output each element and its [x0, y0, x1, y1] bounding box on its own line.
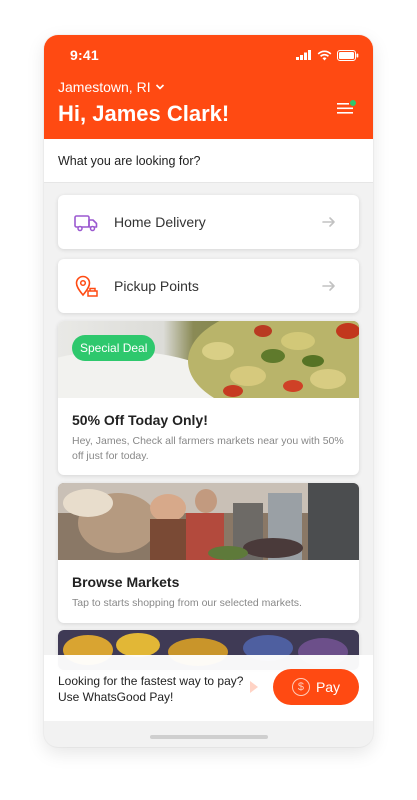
arrow-right-icon [322, 217, 335, 227]
location-selector[interactable]: Jamestown, RI [58, 79, 165, 95]
phone-screen: 9:41 Jamestown, RI Hi, James Clark! What… [44, 35, 373, 747]
app-header: 9:41 Jamestown, RI Hi, James Clark! [44, 35, 373, 139]
pickup-pin-icon [75, 275, 98, 297]
pay-button[interactable]: $ Pay [273, 669, 359, 705]
notification-dot [349, 99, 357, 107]
pickup-points-label: Pickup Points [114, 278, 199, 294]
browse-markets-card[interactable]: Browse Markets Tap to starts shopping fr… [58, 483, 359, 623]
pointer-arrow-icon [250, 681, 258, 693]
home-delivery-option[interactable]: Home Delivery [58, 195, 359, 249]
pay-banner: Looking for the fastest way to pay? Use … [44, 655, 373, 721]
chevron-down-icon [155, 84, 164, 90]
browse-markets-subtitle: Tap to starts shopping from our selected… [72, 597, 302, 609]
pay-button-label: Pay [315, 679, 341, 695]
wifi-icon [317, 50, 332, 60]
market-image [58, 483, 359, 560]
greeting-title: Hi, James Clark! [58, 101, 230, 126]
search-label: What you are looking for? [58, 153, 201, 168]
delivery-truck-icon [74, 215, 98, 232]
browse-markets-title: Browse Markets [72, 574, 180, 590]
dollar-coin-icon: $ [291, 678, 310, 696]
deal-title: 50% Off Today Only! [72, 412, 208, 428]
deal-subtitle: Hey, James, Check all farmers markets ne… [72, 435, 344, 462]
search-bar[interactable]: What you are looking for? [44, 139, 373, 183]
menu-button[interactable] [337, 99, 357, 119]
special-deal-card[interactable]: Special Deal 50% Off Today Only! Hey, Ja… [58, 321, 359, 476]
pickup-points-option[interactable]: Pickup Points [58, 259, 359, 313]
home-indicator[interactable] [150, 735, 268, 739]
status-time: 9:41 [70, 47, 99, 63]
special-deal-badge: Special Deal [72, 335, 156, 361]
home-delivery-label: Home Delivery [114, 214, 206, 230]
pasta-salad-image: Special Deal [58, 321, 359, 398]
arrow-right-icon [322, 281, 335, 291]
location-label: Jamestown, RI [58, 79, 151, 95]
signal-icon [296, 50, 311, 60]
pay-promo-text: Looking for the fastest way to pay? Use … [58, 674, 244, 705]
status-icons [296, 47, 359, 63]
battery-icon [337, 49, 359, 61]
